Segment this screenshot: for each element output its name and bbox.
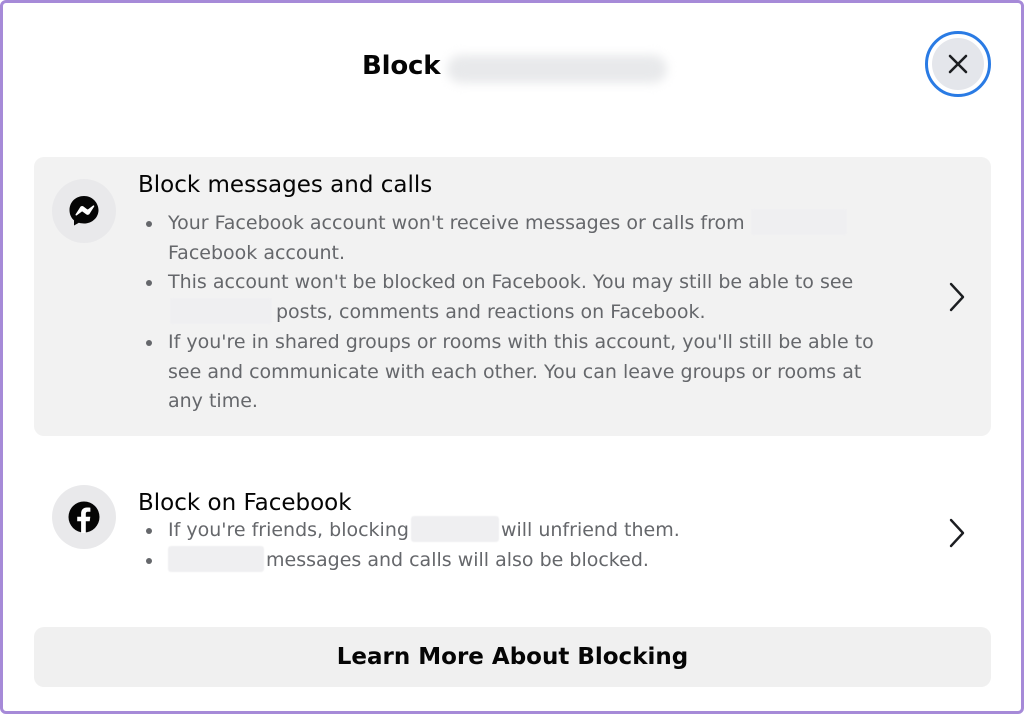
redacted-name [410,516,499,542]
option-bullet: If you're friends, blocking will unfriend… [138,516,898,546]
block-messages-option[interactable]: Block messages and calls Your Facebook a… [34,157,991,436]
dialog-header: Block [3,3,1021,125]
dialog-title: Block [362,51,441,81]
option-title: Block on Facebook [138,490,352,516]
facebook-icon [52,485,116,549]
option-bullet: If you're in shared groups or rooms with… [138,328,898,417]
option-title: Block messages and calls [138,172,433,198]
option-bullet: messages and calls will also be blocked. [138,545,898,576]
chevron-right-icon[interactable] [942,513,972,553]
close-button[interactable] [925,31,991,97]
option-bullet: Your Facebook account won't receive mess… [138,209,898,268]
block-on-facebook-option[interactable]: Block on Facebook If you're friends, blo… [34,465,991,597]
redacted-name [750,209,847,235]
redacted-name [168,545,264,572]
option-bullet: This account won't be blocked on Faceboo… [138,268,898,327]
block-dialog: Block Block messages and calls Your Face… [0,0,1024,714]
learn-more-button[interactable]: Learn More About Blocking [34,627,991,687]
option-bullet-list: If you're friends, blocking will unfriend… [138,516,898,575]
messenger-icon [52,179,116,243]
close-icon[interactable] [932,38,984,90]
chevron-right-icon[interactable] [942,277,972,317]
redacted-name [170,298,272,325]
option-bullet-list: Your Facebook account won't receive mess… [138,209,898,417]
blurred-user-name [447,55,667,83]
